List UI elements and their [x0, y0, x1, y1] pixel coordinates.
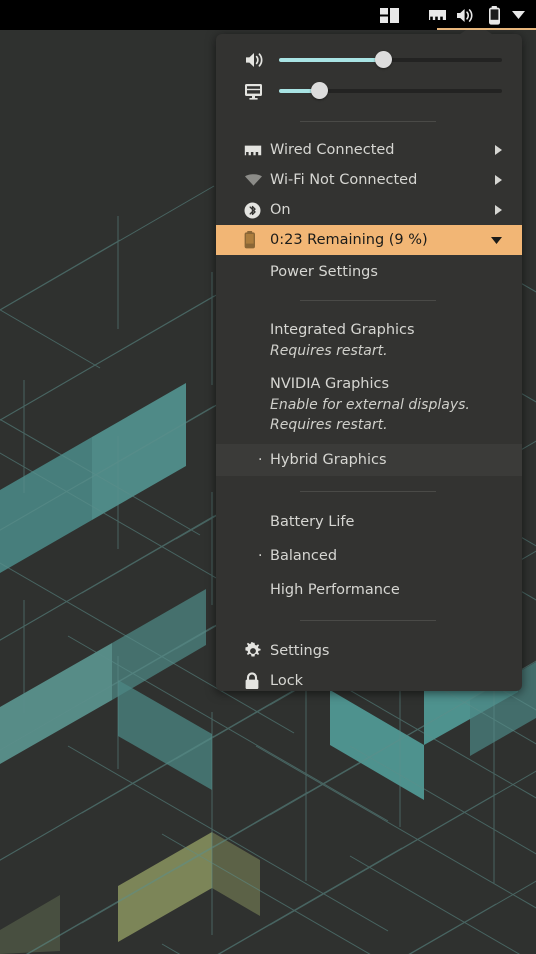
menu-item-wired-connected[interactable]: Wired Connected	[216, 135, 522, 165]
divider	[300, 300, 436, 301]
volume-knob[interactable]	[375, 51, 393, 68]
topbar-active-indicator	[437, 28, 536, 30]
selected-bullet-icon: ·	[258, 452, 263, 468]
menu-item-bluetooth-on[interactable]: On	[216, 195, 522, 225]
divider	[300, 121, 436, 122]
bluetooth-icon	[244, 202, 270, 219]
volume-track[interactable]	[279, 51, 502, 68]
volume-icon[interactable]	[452, 0, 478, 30]
menu-item-power-settings[interactable]: Power Settings	[216, 255, 522, 287]
display-icon	[244, 82, 270, 100]
volume-fill	[279, 57, 384, 62]
chevron-right-icon	[495, 205, 502, 215]
menu-item-label: 0:23 Remaining (9 %)	[270, 232, 428, 248]
menu-item-subtitle: Requires restart.	[270, 417, 388, 433]
menu-item-hybrid-graphics[interactable]: · Hybrid Graphics	[216, 444, 522, 476]
menu-item-label: NVIDIA Graphics	[270, 376, 390, 392]
menu-item-label: Lock	[270, 673, 304, 689]
divider	[300, 620, 436, 621]
menu-item-battery-remaining[interactable]: 0:23 Remaining (9 %)	[216, 225, 522, 255]
lock-icon	[244, 672, 270, 690]
chevron-down-icon[interactable]	[506, 0, 530, 30]
window-tiling-icon[interactable]	[374, 0, 404, 30]
menu-item-label: Integrated Graphics	[270, 322, 415, 338]
brightness-knob[interactable]	[310, 82, 328, 99]
ethernet-icon[interactable]	[424, 0, 450, 30]
battery-icon[interactable]	[482, 0, 506, 30]
menu-item-label: Wi-Fi Not Connected	[270, 172, 418, 188]
menu-item-label: Hybrid Graphics	[270, 452, 387, 468]
menu-item-battery-life[interactable]: Battery Life	[216, 507, 522, 537]
volume-icon	[244, 51, 270, 69]
top-bar	[0, 0, 536, 30]
menu-item-label: Power Settings	[270, 264, 378, 280]
menu-item-subtitle: Requires restart.	[270, 343, 388, 359]
battery-icon	[244, 231, 270, 249]
divider	[300, 491, 436, 492]
menu-item-wifi-not-connected[interactable]: Wi-Fi Not Connected	[216, 165, 522, 195]
chevron-right-icon	[495, 145, 502, 155]
gear-icon	[244, 642, 270, 660]
ethernet-icon	[244, 143, 270, 158]
system-menu-panel: Wired Connected Wi-Fi Not Connected On 0…	[216, 34, 522, 691]
menu-item-balanced[interactable]: · Balanced	[216, 541, 522, 571]
brightness-slider[interactable]	[216, 75, 522, 106]
menu-item-label: On	[270, 202, 291, 218]
wifi-icon	[244, 173, 270, 187]
menu-item-label: Wired Connected	[270, 142, 395, 158]
menu-item-label: Settings	[270, 643, 330, 659]
menu-item-high-performance[interactable]: High Performance	[216, 575, 522, 605]
desktop-screen: Wired Connected Wi-Fi Not Connected On 0…	[0, 0, 536, 954]
menu-item-label: Battery Life	[270, 514, 355, 530]
menu-item-subtitle: Enable for external displays.	[270, 397, 470, 413]
menu-item-label: High Performance	[270, 582, 400, 598]
chevron-right-icon	[495, 175, 502, 185]
volume-slider[interactable]	[216, 44, 522, 75]
menu-item-settings[interactable]: Settings	[216, 636, 522, 666]
selected-bullet-icon: ·	[258, 548, 263, 564]
menu-item-integrated-graphics[interactable]: Integrated Graphics Requires restart.	[216, 316, 522, 364]
brightness-track[interactable]	[279, 82, 502, 99]
menu-item-nvidia-graphics[interactable]: NVIDIA Graphics Enable for external disp…	[216, 370, 522, 438]
menu-item-label: Balanced	[270, 548, 338, 564]
chevron-down-icon	[491, 236, 502, 244]
menu-item-lock[interactable]: Lock	[216, 666, 522, 691]
